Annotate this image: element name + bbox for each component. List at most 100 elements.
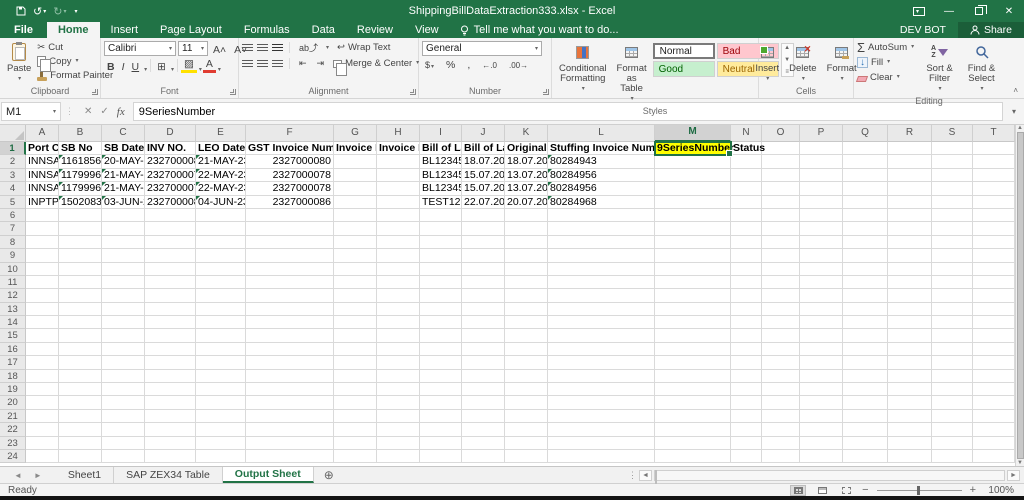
top-align-icon[interactable] [242, 43, 253, 52]
cell-D8[interactable] [145, 235, 196, 250]
cell-D12[interactable] [145, 289, 196, 303]
zoom-in-icon[interactable]: + [970, 484, 976, 496]
share-button[interactable]: Share [957, 22, 1024, 38]
cell-C2[interactable]: 20-MAY-23 [102, 155, 145, 169]
cell-P20[interactable] [800, 396, 843, 410]
cell-N15[interactable] [731, 329, 762, 343]
zoom-level[interactable]: 100% [984, 485, 1014, 496]
cell-H23[interactable] [377, 436, 420, 450]
row-header-17[interactable]: 17 [0, 356, 26, 370]
cell-A4[interactable]: INNSA1 [26, 182, 59, 196]
cell-R6[interactable] [888, 208, 932, 223]
cell-I13[interactable] [420, 302, 462, 317]
cell-C17[interactable] [102, 356, 145, 370]
cell-N12[interactable] [731, 289, 762, 303]
cell-H11[interactable] [377, 275, 420, 290]
cell-P22[interactable] [800, 423, 843, 437]
cell-R17[interactable] [888, 356, 932, 370]
cell-P19[interactable] [800, 383, 843, 397]
cell-D9[interactable] [145, 249, 196, 263]
cell-O3[interactable] [762, 168, 800, 183]
column-header-S[interactable]: S [932, 125, 973, 142]
cell-P16[interactable] [800, 342, 843, 357]
scroll-left-icon[interactable]: ◄ [639, 469, 652, 481]
cell-H6[interactable] [377, 208, 420, 223]
format-as-table-button[interactable]: Format as Table ▾ [613, 41, 651, 105]
cell-N7[interactable] [731, 222, 762, 236]
cell-R1[interactable] [888, 142, 932, 156]
decrease-indent-icon[interactable]: ⇤ [296, 58, 310, 69]
cell-H14[interactable] [377, 316, 420, 330]
cell-K19[interactable] [505, 383, 548, 397]
cell-O17[interactable] [762, 356, 800, 370]
new-sheet-icon[interactable]: ⊕ [314, 467, 344, 483]
cell-O14[interactable] [762, 316, 800, 330]
sheet-nav-right-icon[interactable]: ► [34, 471, 42, 480]
cell-F15[interactable] [246, 329, 334, 343]
cell-K22[interactable] [505, 423, 548, 437]
insert-function-icon[interactable]: fx [117, 106, 125, 118]
sheet-tab-sheet1[interactable]: Sheet1 [56, 467, 115, 483]
cell-R4[interactable] [888, 182, 932, 196]
cell-O10[interactable] [762, 262, 800, 276]
cell-L20[interactable] [548, 396, 655, 410]
cell-D21[interactable] [145, 409, 196, 424]
cell-K4[interactable]: 13.07.2023 [505, 182, 548, 196]
cell-R10[interactable] [888, 262, 932, 276]
cell-Q13[interactable] [843, 302, 888, 317]
cell-M15[interactable] [655, 329, 731, 343]
cell-C22[interactable] [102, 423, 145, 437]
cell-I11[interactable] [420, 275, 462, 290]
cell-L9[interactable] [548, 249, 655, 263]
restore-icon[interactable] [964, 0, 994, 22]
cell-K10[interactable] [505, 262, 548, 276]
cell-R3[interactable] [888, 168, 932, 183]
row-header-18[interactable]: 18 [0, 369, 26, 384]
cell-H20[interactable] [377, 396, 420, 410]
cell-G5[interactable] [334, 195, 377, 209]
cell-F6[interactable] [246, 208, 334, 223]
column-header-D[interactable]: D [145, 125, 196, 142]
orientation-icon[interactable]: ab⤴ [296, 41, 321, 54]
cell-A5[interactable]: INPTPB [26, 195, 59, 209]
cell-K24[interactable] [505, 449, 548, 464]
cell-R14[interactable] [888, 316, 932, 330]
cell-Q9[interactable] [843, 249, 888, 263]
cell-B12[interactable] [59, 289, 102, 303]
decrease-decimal-icon[interactable]: .00→ [506, 61, 531, 70]
cell-H21[interactable] [377, 409, 420, 424]
cell-A15[interactable] [26, 329, 59, 343]
cell-A12[interactable] [26, 289, 59, 303]
row-header-20[interactable]: 20 [0, 396, 26, 410]
cell-L19[interactable] [548, 383, 655, 397]
cell-J22[interactable] [462, 423, 505, 437]
fill-color-icon[interactable]: ▨ [180, 58, 197, 73]
column-header-M[interactable]: M [655, 125, 731, 142]
cell-H1[interactable]: Invoice Da [377, 142, 420, 156]
cell-R19[interactable] [888, 383, 932, 397]
autosum-button[interactable]: Σ AutoSum ▾ [857, 41, 917, 54]
row-header-24[interactable]: 24 [0, 449, 26, 464]
cell-T10[interactable] [973, 262, 1015, 276]
row-header-5[interactable]: 5 [0, 195, 26, 209]
cell-G22[interactable] [334, 423, 377, 437]
number-format-select[interactable]: General ▾ [422, 41, 542, 56]
cell-T3[interactable] [973, 168, 1015, 183]
cell-I1[interactable]: Bill of Lad [420, 142, 462, 156]
name-box[interactable]: M1 ▾ [1, 102, 61, 121]
cell-M22[interactable] [655, 423, 731, 437]
cell-J3[interactable]: 15.07.2023 [462, 168, 505, 183]
cell-L13[interactable] [548, 302, 655, 317]
cell-L11[interactable] [548, 275, 655, 290]
cell-B13[interactable] [59, 302, 102, 317]
cell-G8[interactable] [334, 235, 377, 250]
cell-N20[interactable] [731, 396, 762, 410]
font-dialog-launcher-icon[interactable] [230, 89, 236, 95]
underline-button[interactable]: U [129, 61, 143, 73]
cell-I9[interactable] [420, 249, 462, 263]
formula-bar-grip[interactable]: ⋮ [63, 106, 76, 117]
cell-G18[interactable] [334, 369, 377, 384]
cell-J14[interactable] [462, 316, 505, 330]
cell-N10[interactable] [731, 262, 762, 276]
cell-D16[interactable] [145, 342, 196, 357]
